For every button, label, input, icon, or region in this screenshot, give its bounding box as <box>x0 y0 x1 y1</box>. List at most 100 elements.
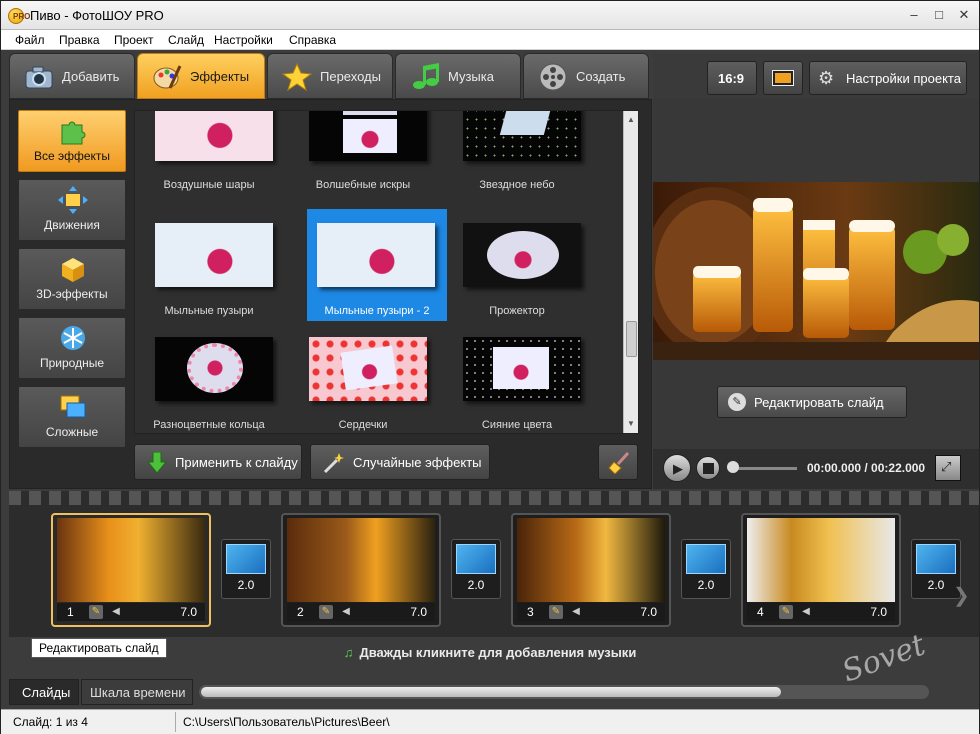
play-button[interactable]: ▶ <box>663 454 691 482</box>
fullscreen-button[interactable]: ⤢ <box>935 455 961 481</box>
effects-panel: Все эффекты Движения 3D-эффекты Природны… <box>9 99 652 489</box>
fullscreen-icon: ⤢ <box>941 459 952 474</box>
effect-item[interactable]: Сияние цвета <box>447 323 587 433</box>
slide-thumbnail[interactable]: 2 ✎ ◀ 7.0 <box>281 513 441 627</box>
effect-thumbnail-frame <box>499 111 551 135</box>
scrollbar-thumb[interactable] <box>201 687 781 697</box>
scroll-right-icon[interactable]: ❯ <box>953 583 970 608</box>
menu-slide[interactable]: Слайд <box>168 33 204 47</box>
effect-label: Воздушные шары <box>163 179 255 191</box>
music-hint[interactable]: ♫ Дважды кликните для добавления музыки <box>1 645 979 660</box>
speaker-icon[interactable]: ◀ <box>799 605 813 619</box>
effects-scrollbar[interactable]: ▲ ▼ <box>623 111 638 433</box>
transition-image <box>456 544 496 574</box>
slide-info-bar: 3 ✎ ◀ 7.0 <box>517 603 665 621</box>
music-note-icon: ♫ <box>343 645 354 660</box>
pencil-icon[interactable]: ✎ <box>89 605 103 619</box>
random-label: Случайные эффекты <box>353 455 482 470</box>
effect-item[interactable]: Звездное небо <box>447 111 587 209</box>
film-reel-icon <box>539 63 567 91</box>
slide-duration: 7.0 <box>640 605 657 619</box>
slide-thumbnail[interactable]: 3 ✎ ◀ 7.0 <box>511 513 671 627</box>
category-all-effects[interactable]: Все эффекты <box>18 110 126 172</box>
seek-handle[interactable] <box>727 461 739 473</box>
close-button[interactable]: ✕ <box>955 7 973 23</box>
project-settings-button[interactable]: ⚙ Настройки проекта <box>809 61 967 95</box>
music-hint-label: Дважды кликните для добавления музыки <box>359 645 637 660</box>
menu-settings[interactable]: Настройки <box>214 33 273 47</box>
scroll-down-icon[interactable]: ▼ <box>627 419 635 428</box>
tab-slides[interactable]: Слайды <box>9 679 79 705</box>
category-complex[interactable]: Сложные <box>18 386 126 448</box>
effect-item[interactable]: Волшебные искры <box>293 111 433 209</box>
snowflake-icon <box>61 326 85 350</box>
effect-item[interactable]: Прожектор <box>447 209 587 321</box>
scroll-up-icon[interactable]: ▲ <box>627 115 635 124</box>
effect-item[interactable]: Воздушные шары <box>139 111 279 209</box>
film-perforation <box>9 491 979 505</box>
edit-slide-button[interactable]: ✎ Редактировать слайд <box>717 386 907 418</box>
puzzle-icon <box>61 121 86 145</box>
effect-thumbnail <box>463 337 581 401</box>
minimize-button[interactable]: – <box>905 7 923 23</box>
slide-preview[interactable] <box>653 182 979 360</box>
slide-thumbnail[interactable]: 1 ✎ ◀ 7.0 <box>51 513 211 627</box>
aspect-ratio-button[interactable]: 16:9 <box>707 61 757 95</box>
stop-button[interactable] <box>696 456 720 480</box>
apply-to-slide-button[interactable]: Применить к слайду <box>134 444 302 480</box>
tab-create[interactable]: Создать <box>523 53 649 99</box>
category-motions[interactable]: Движения <box>18 179 126 241</box>
effect-thumbnail-frame <box>493 347 549 389</box>
image-icon <box>772 70 794 86</box>
background-image-button[interactable] <box>763 61 803 95</box>
transition-thumbnail[interactable]: 2.0 <box>451 539 501 599</box>
category-natural[interactable]: Природные <box>18 317 126 379</box>
transition-thumbnail[interactable]: 2.0 <box>681 539 731 599</box>
slide-duration: 7.0 <box>410 605 427 619</box>
random-effects-button[interactable]: Случайные эффекты <box>310 444 490 480</box>
effect-item[interactable]: Сердечки <box>293 323 433 433</box>
clear-effects-button[interactable] <box>598 444 638 480</box>
music-note-icon <box>413 63 439 89</box>
menu-project[interactable]: Проект <box>114 33 154 47</box>
slide-image <box>747 518 895 602</box>
pencil-icon[interactable]: ✎ <box>319 605 333 619</box>
effect-item[interactable]: Разноцветные кольца <box>139 323 279 433</box>
speaker-icon[interactable]: ◀ <box>339 605 353 619</box>
effect-item-selected[interactable]: Мыльные пузыри - 2 <box>307 209 447 321</box>
menu-edit[interactable]: Правка <box>59 33 100 47</box>
effect-thumbnail <box>463 111 581 161</box>
speaker-icon[interactable]: ◀ <box>569 605 583 619</box>
category-3d-effects[interactable]: 3D-эффекты <box>18 248 126 310</box>
transition-thumbnail[interactable]: 2.0 <box>221 539 271 599</box>
timeline-scrollbar[interactable] <box>199 685 929 699</box>
aspect-ratio-label: 16:9 <box>718 71 745 86</box>
menu-help[interactable]: Справка <box>289 33 336 47</box>
effect-thumbnail <box>309 111 427 161</box>
effect-thumbnail <box>155 223 273 287</box>
tab-timeline[interactable]: Шкала времени <box>81 679 193 705</box>
tab-effects[interactable]: Эффекты <box>137 53 265 99</box>
seek-track[interactable] <box>731 467 797 470</box>
tab-add[interactable]: Добавить <box>9 53 135 99</box>
tab-music-label: Музыка <box>448 69 494 84</box>
slide-number: 1 <box>67 605 74 619</box>
tab-music[interactable]: Музыка <box>395 53 521 99</box>
slide-thumbnail[interactable]: 4 ✎ ◀ 7.0 <box>741 513 901 627</box>
menu-bar: Файл Правка Проект Слайд Настройки Справ… <box>1 30 979 50</box>
effect-thumbnail <box>155 337 273 401</box>
status-path: C:\Users\Пользователь\Pictures\Beer\ <box>183 715 390 729</box>
menu-file[interactable]: Файл <box>15 33 45 47</box>
window-title: Пиво - ФотоШОУ PRO <box>30 8 164 23</box>
maximize-button[interactable]: □ <box>930 7 948 23</box>
speaker-icon[interactable]: ◀ <box>109 605 123 619</box>
transition-duration: 2.0 <box>467 578 485 592</box>
pencil-icon[interactable]: ✎ <box>549 605 563 619</box>
scrollbar-thumb[interactable] <box>626 321 637 357</box>
pencil-icon[interactable]: ✎ <box>779 605 793 619</box>
effect-label: Разноцветные кольца <box>153 419 265 431</box>
effect-label: Волшебные искры <box>315 179 411 191</box>
tab-transitions[interactable]: Переходы <box>267 53 393 99</box>
effect-item[interactable]: Мыльные пузыри <box>139 209 279 321</box>
slide-info-bar: 1 ✎ ◀ 7.0 <box>57 603 205 621</box>
